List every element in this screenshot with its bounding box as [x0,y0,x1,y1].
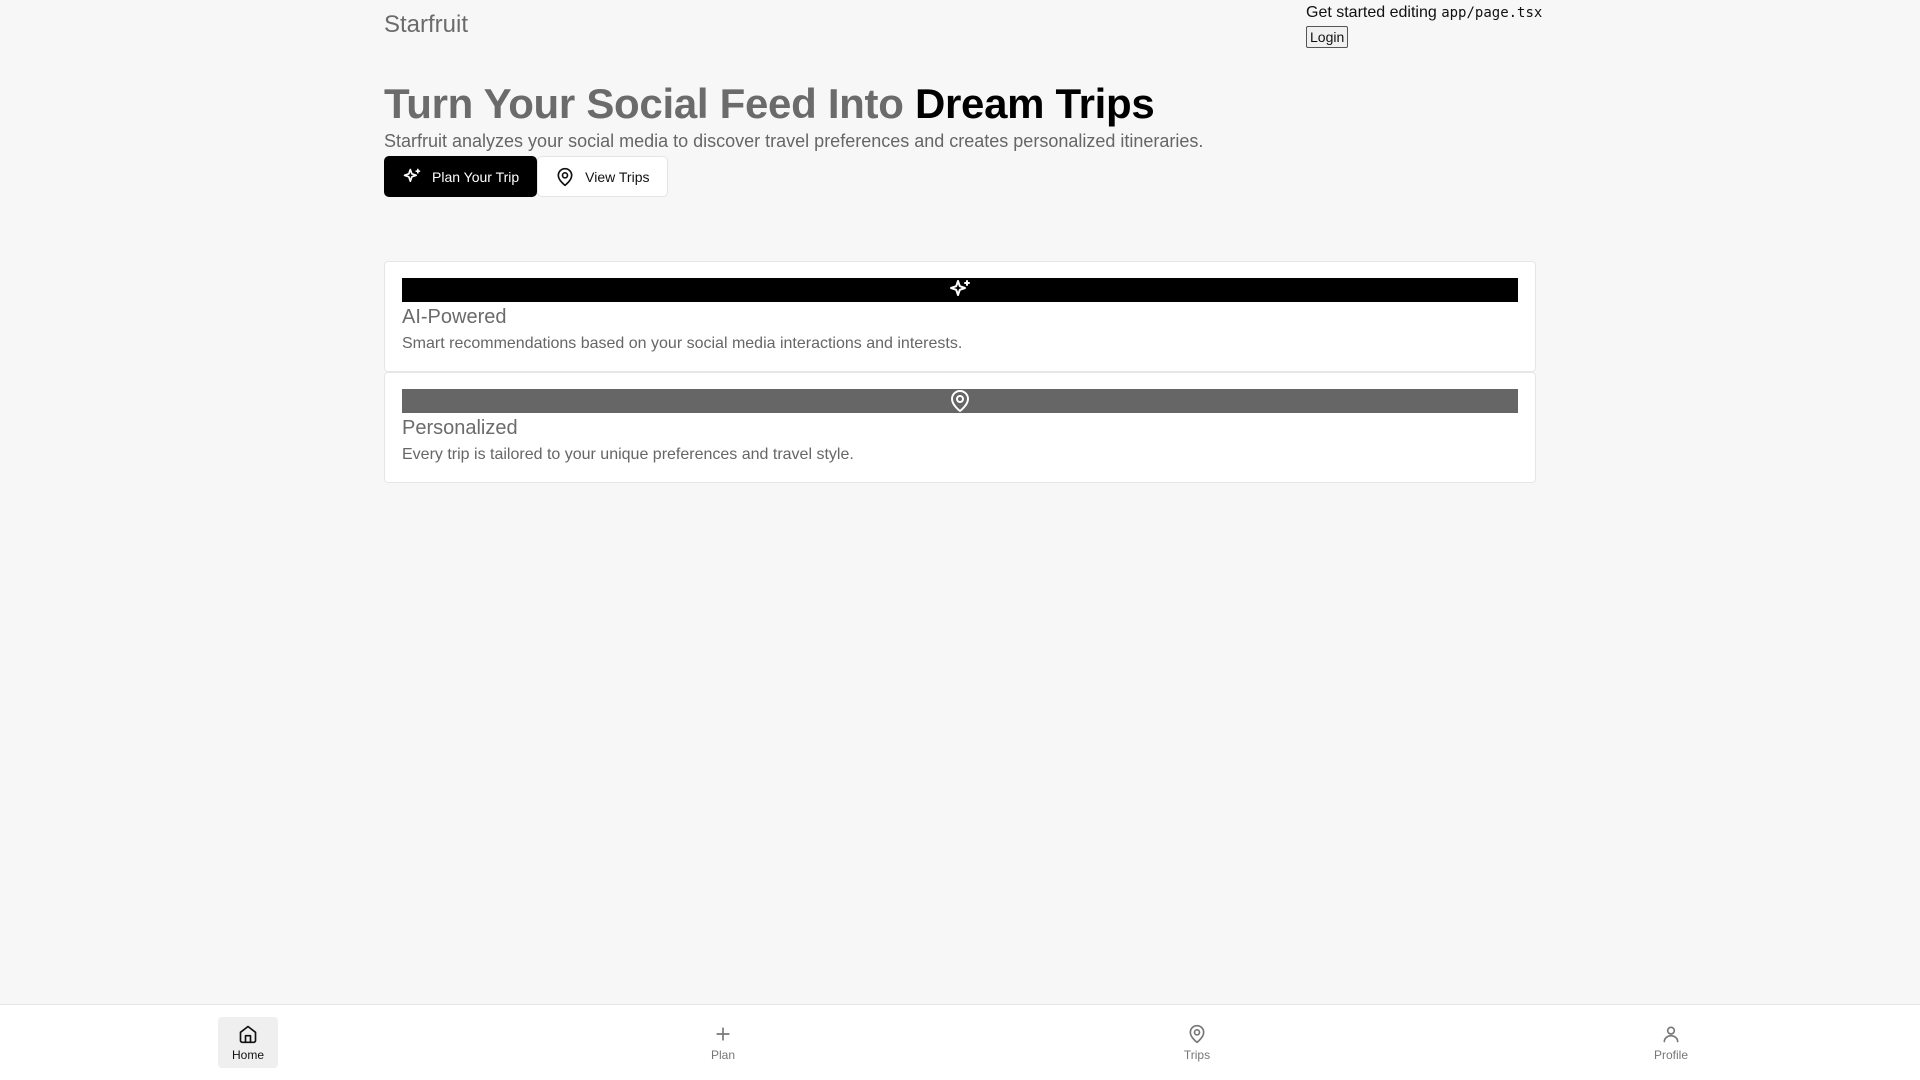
hero-title-muted: Turn Your Social Feed Into [384,80,915,127]
feature-description: Smart recommendations based on your soci… [402,335,963,352]
home-icon [239,1025,257,1043]
feature-title: AI-Powered [402,306,507,328]
user-icon [1663,1026,1679,1042]
hero-actions: Plan Your Trip View Trips [384,156,668,197]
nav-item-label: Trips [1183,1047,1211,1062]
bottom-nav: Home Plan Trips Profile [0,1004,1920,1080]
plus-icon [716,1026,730,1041]
nav-item-label: Plan [710,1047,736,1062]
map-pin-icon [557,167,573,186]
nav-item-plan[interactable]: Plan [693,1017,753,1068]
nav-item-home[interactable]: Home [218,1017,278,1068]
view-trips-button[interactable]: View Trips [537,156,668,197]
feature-description: Every trip is tailored to your unique pr… [402,446,854,463]
sparkles-icon [950,280,970,296]
hero-title: Turn Your Social Feed Into Dream Trips [384,80,1155,128]
edit-hint-text: Get started editing [1306,4,1442,21]
nav-item-trips[interactable]: Trips [1167,1017,1227,1068]
hero-title-strong: Dream Trips [914,80,1155,127]
login-button[interactable]: Login [1306,26,1349,48]
view-trips-label: View Trips [585,168,650,185]
edit-hint: Get started editing app/page.tsx Login [1306,4,1542,48]
feature-title: Personalized [402,417,518,439]
edit-hint-file: app/page.tsx [1441,5,1543,21]
map-pin-icon [1189,1024,1205,1043]
map-pin-icon [951,390,969,412]
feature-icon-bar [402,278,1518,302]
sparkles-icon [403,168,421,182]
nav-item-label: Home [231,1047,264,1062]
brand-logo[interactable]: Starfruit [384,11,468,39]
nav-item-profile[interactable]: Profile [1641,1017,1701,1068]
hero-subtitle: Starfruit analyzes your social media to … [384,131,1204,151]
feature-card-personalized: Personalized Every trip is tailored to y… [384,372,1536,483]
plan-trip-label: Plan Your Trip [432,168,520,185]
feature-icon-bar [402,389,1518,413]
nav-item-label: Profile [1653,1047,1688,1062]
feature-card-ai: AI-Powered Smart recommendations based o… [384,261,1536,372]
plan-trip-button[interactable]: Plan Your Trip [384,156,538,197]
